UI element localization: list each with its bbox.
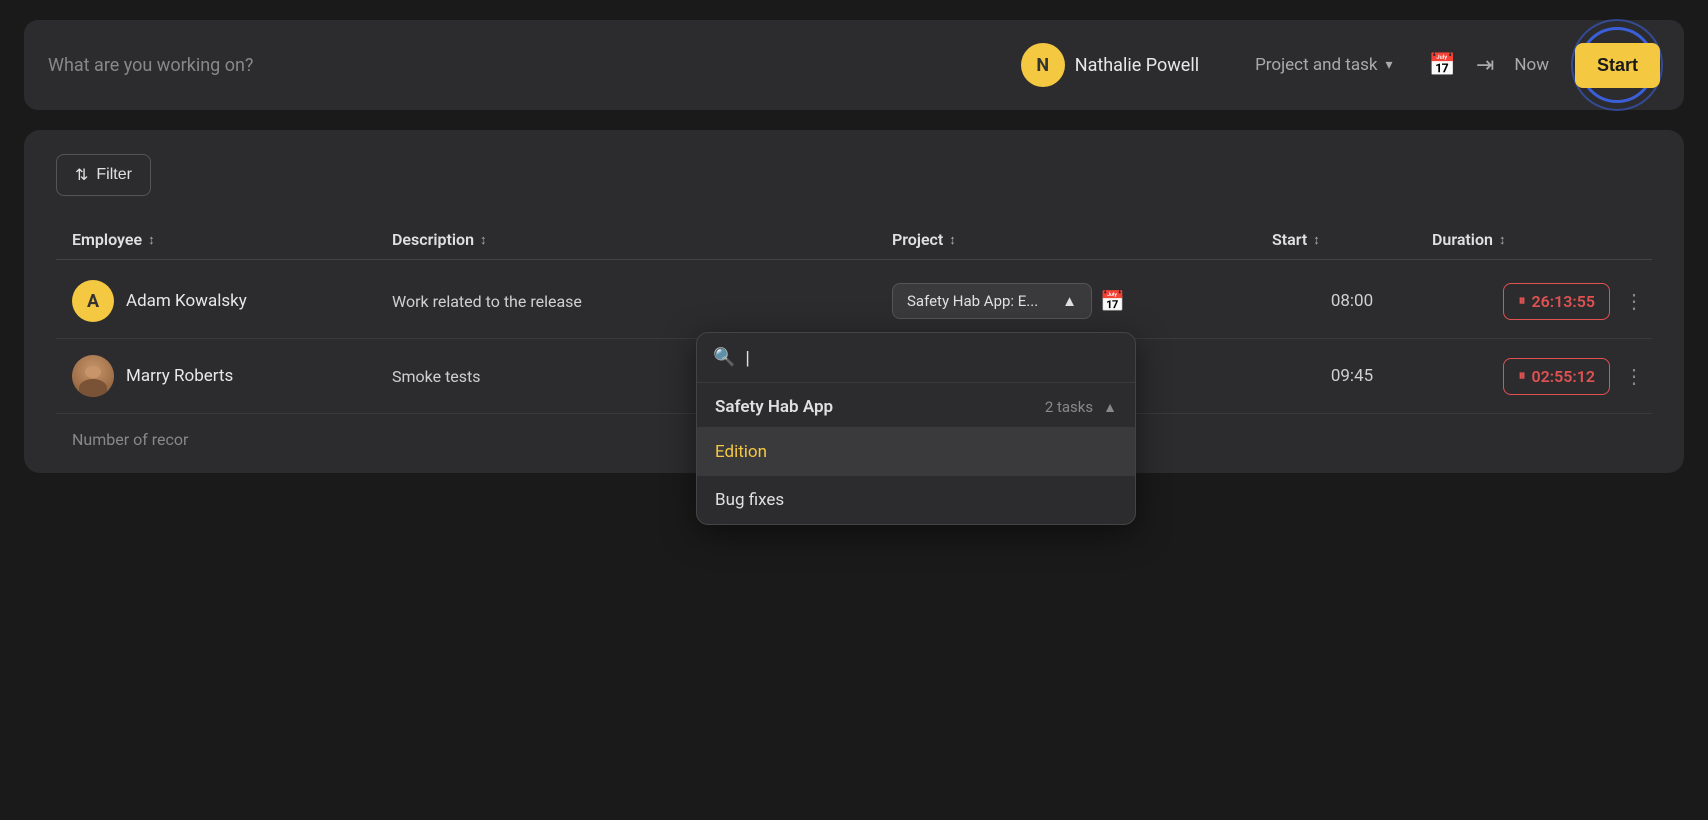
dropdown-search-row: 🔍 [697, 333, 1135, 383]
pause-icon-marry[interactable]: ⏸ [1518, 368, 1525, 384]
dropdown-item-edition[interactable]: Edition [697, 428, 1135, 476]
start-button[interactable]: Start [1575, 43, 1660, 88]
user-info: N Nathalie Powell [1021, 43, 1199, 87]
dropdown-collapse-icon[interactable]: ▲ [1103, 399, 1117, 416]
description-cell-adam: Work related to the release [392, 292, 892, 311]
dropdown-group-count: 2 tasks [1045, 398, 1093, 416]
dropdown-group-name: Safety Hab App [715, 397, 833, 417]
project-selector-adam[interactable]: Safety Hab App: E... ▲ [892, 283, 1092, 319]
col-header-employee[interactable]: Employee ↕ [72, 230, 392, 249]
log-in-icon[interactable]: ⇥ [1476, 53, 1494, 78]
start-time-adam: 08:00 [1272, 291, 1432, 311]
pause-icon-adam[interactable]: ⏸ [1518, 293, 1525, 309]
dropdown-group-meta: 2 tasks ▲ [1045, 398, 1117, 416]
dropdown-search-input[interactable] [745, 348, 1119, 368]
table-header: Employee ↕ Description ↕ Project ↕ Start… [56, 220, 1652, 260]
filter-icon: ⇅ [75, 165, 88, 185]
top-bar: What are you working on? N Nathalie Powe… [24, 20, 1684, 110]
col-header-project[interactable]: Project ↕ [892, 230, 1272, 249]
filter-label: Filter [96, 166, 132, 184]
employee-name-adam: Adam Kowalsky [126, 291, 247, 311]
duration-value-marry: 02:55:12 [1531, 367, 1595, 386]
chevron-down-icon: ▾ [1386, 57, 1393, 73]
col-header-description[interactable]: Description ↕ [392, 230, 892, 249]
col-project-label: Project [892, 230, 943, 249]
filter-button[interactable]: ⇅ Filter [56, 154, 151, 196]
col-employee-label: Employee [72, 230, 142, 249]
duration-value-adam: 26:13:55 [1531, 292, 1595, 311]
duration-cell-adam: ⏸ 26:13:55 ⋮ [1432, 283, 1652, 320]
now-label: Now [1514, 55, 1549, 75]
project-task-selector[interactable]: Project and task ▾ [1255, 55, 1392, 75]
sort-icon-start: ↕ [1313, 232, 1320, 248]
search-input[interactable]: What are you working on? [48, 55, 1005, 76]
calendar-row-icon-adam[interactable]: 📅 [1100, 289, 1125, 313]
dropdown-item-bugfixes[interactable]: Bug fixes [697, 476, 1135, 524]
col-header-start[interactable]: Start ↕ [1272, 230, 1432, 249]
dropdown-group-header: Safety Hab App 2 tasks ▲ [697, 383, 1135, 428]
calendar-icon[interactable]: 📅 [1429, 53, 1456, 78]
project-cell-adam: Safety Hab App: E... ▲ 📅 [892, 283, 1272, 319]
top-bar-icons: 📅 ⇥ Now [1429, 53, 1549, 78]
employee-name-marry: Marry Roberts [126, 366, 233, 386]
duration-badge-adam: ⏸ 26:13:55 [1503, 283, 1610, 320]
project-task-label: Project and task [1255, 55, 1377, 75]
project-name-adam: Safety Hab App: E... [907, 292, 1038, 310]
more-icon-marry[interactable]: ⋮ [1624, 364, 1644, 388]
duration-badge-marry: ⏸ 02:55:12 [1503, 358, 1610, 395]
chevron-up-icon: ▲ [1062, 292, 1077, 310]
user-avatar: N [1021, 43, 1065, 87]
avatar-marry [72, 355, 114, 397]
main-content: ⇅ Filter Employee ↕ Description ↕ Projec… [24, 130, 1684, 473]
records-label: Number of recor [72, 430, 188, 449]
sort-icon-description: ↕ [480, 232, 487, 248]
project-dropdown: 🔍 Safety Hab App 2 tasks ▲ Edition Bug f… [696, 332, 1136, 525]
filter-row: ⇅ Filter [56, 154, 1652, 196]
sort-icon-duration: ↕ [1499, 232, 1506, 248]
col-description-label: Description [392, 230, 474, 249]
avatar-adam: A [72, 280, 114, 322]
dropdown-search-icon: 🔍 [713, 347, 735, 368]
more-icon-adam[interactable]: ⋮ [1624, 289, 1644, 313]
start-button-wrapper: Start [1575, 43, 1660, 88]
user-name-label: Nathalie Powell [1075, 55, 1199, 76]
table-row: A Adam Kowalsky Work related to the rele… [56, 264, 1652, 339]
employee-cell-marry: Marry Roberts [72, 355, 392, 397]
avatar-face-marry [72, 355, 114, 397]
col-start-label: Start [1272, 230, 1307, 249]
duration-cell-marry: ⏸ 02:55:12 ⋮ [1432, 358, 1652, 395]
employee-cell-adam: A Adam Kowalsky [72, 280, 392, 322]
col-duration-label: Duration [1432, 230, 1493, 249]
start-time-marry: 09:45 [1272, 366, 1432, 386]
sort-icon-employee: ↕ [148, 232, 155, 248]
sort-icon-project: ↕ [949, 232, 956, 248]
col-header-duration[interactable]: Duration ↕ [1432, 230, 1652, 249]
